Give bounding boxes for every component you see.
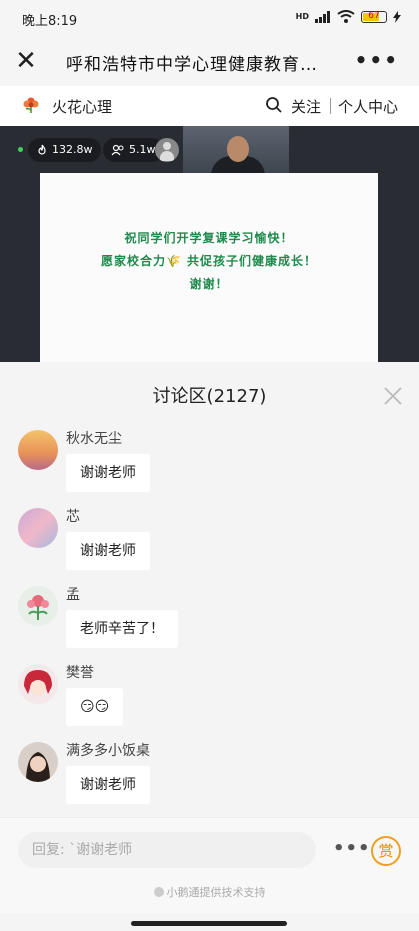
list-item: 樊誉 😏😏 (0, 660, 419, 732)
message-bubble: 谢谢老师 (66, 532, 150, 570)
user-name: 芯 (66, 509, 80, 525)
fire-icon (38, 144, 46, 155)
list-item: 芯 谢谢老师 (0, 504, 419, 576)
heat-badge: 132.8w (28, 138, 101, 162)
battery-icon: 67 (361, 10, 387, 23)
message-bubble: 😏😏 (66, 688, 124, 726)
status-time: 晚上8:19 (22, 14, 78, 29)
presentation-slide: 祝同学们开学复课学习愉快！ 愿家校合力🌾 共促孩子们健康成长！ 谢谢！ (40, 173, 378, 362)
viewer-count: 5.1w (129, 143, 156, 156)
avatar[interactable] (18, 586, 58, 626)
status-bar: 晚上8:19 HD 67 (0, 0, 419, 38)
network-label: HD (295, 12, 309, 21)
user-name: 樊誉 (66, 665, 94, 681)
slide-line-2: 愿家校合力🌾 共促孩子们健康成长！ (100, 254, 318, 268)
follow-button[interactable]: 关注 (291, 96, 321, 117)
status-icons: HD 67 (296, 10, 401, 23)
users-icon (111, 144, 124, 156)
presenter-camera (183, 126, 289, 178)
live-indicator-dot (18, 147, 23, 152)
reply-bar: 回复: `谢谢老师 ••• 赏 小鹅通提供技术支持 (0, 817, 419, 913)
signal-icon (315, 10, 330, 23)
live-video[interactable]: 132.8w 5.1w 祝同学们开学复课学习愉快！ 愿家校合力🌾 共促孩子们健康… (0, 126, 419, 362)
user-name: 孟 (66, 587, 80, 603)
more-options-icon[interactable]: ••• (333, 838, 371, 859)
support-footer: 小鹅通提供技术支持 (0, 884, 419, 900)
avatar[interactable] (18, 742, 58, 782)
divider (330, 98, 331, 114)
wifi-icon (337, 10, 355, 23)
discussion-title: 讨论区(2127) (152, 386, 267, 407)
list-item: 孟 老师辛苦了！ (0, 582, 419, 654)
message-bubble: 谢谢老师 (66, 766, 150, 804)
message-bubble: 老师辛苦了！ (66, 610, 178, 648)
slide-line-1: 祝同学们开学复课学习愉快！ (124, 231, 294, 245)
home-indicator[interactable] (131, 921, 287, 926)
slide-line-3: 谢谢！ (189, 277, 229, 291)
battery-percent: 67 (368, 10, 380, 21)
more-icon[interactable]: ••• (355, 48, 399, 72)
user-name: 满多多小饭桌 (66, 743, 150, 759)
reply-input[interactable]: 回复: `谢谢老师 (18, 832, 316, 868)
list-item: 满多多小饭桌 谢谢老师 (0, 738, 419, 810)
brand-name: 火花心理 (52, 98, 113, 116)
viewer-avatar (155, 138, 179, 162)
nav-bar: ✕ 呼和浩特市中学心理健康教育… ••• (0, 38, 419, 86)
brand-bar: 火花心理 关注 个人中心 (0, 86, 419, 126)
avatar[interactable] (18, 430, 58, 470)
reward-button[interactable]: 赏 (371, 836, 401, 866)
support-logo-icon (153, 887, 164, 897)
charging-icon (393, 10, 401, 23)
personal-center-button[interactable]: 个人中心 (338, 96, 398, 117)
message-bubble: 谢谢老师 (66, 454, 150, 492)
user-name: 秋水无尘 (66, 431, 122, 447)
list-item: 秋水无尘 谢谢老师 (0, 426, 419, 498)
flower-logo-icon (23, 97, 39, 113)
avatar[interactable] (18, 664, 58, 704)
page-title: 呼和浩特市中学心理健康教育… (66, 55, 318, 75)
avatar[interactable] (18, 508, 58, 548)
close-panel-icon[interactable] (383, 386, 403, 406)
support-text: 小鹅通提供技术支持 (166, 886, 266, 899)
close-icon[interactable]: ✕ (12, 47, 40, 75)
search-icon[interactable] (265, 96, 283, 114)
heat-count: 132.8w (52, 143, 93, 156)
